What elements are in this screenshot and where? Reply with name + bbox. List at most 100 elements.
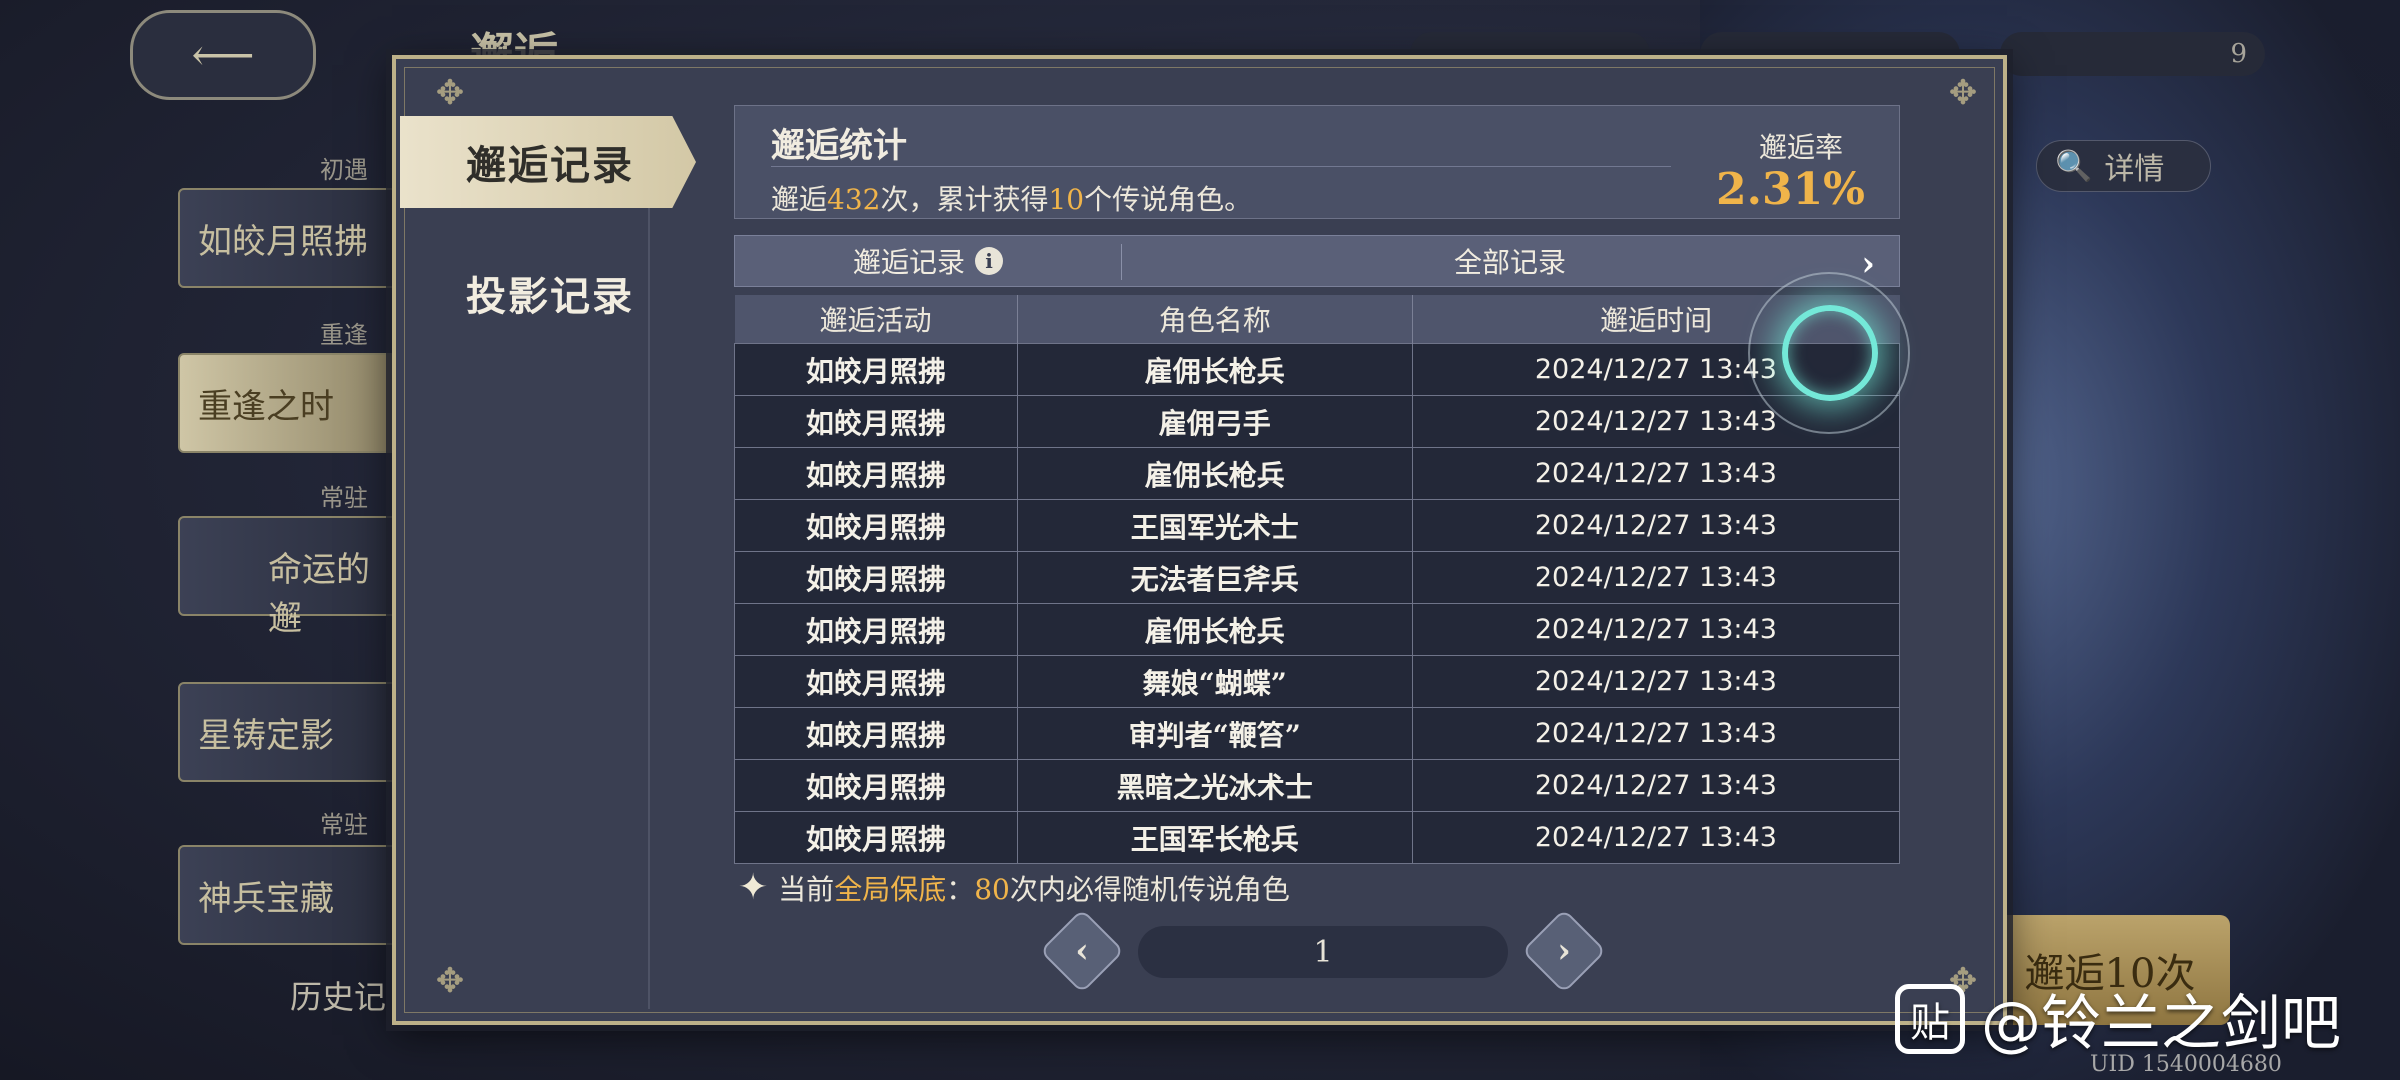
- tab-projection-records-label: 投影记录: [466, 273, 634, 320]
- cell-activity: 如皎月照拂: [734, 603, 1018, 656]
- watermark: 贴 @铃兰之剑吧: [1895, 975, 2341, 1062]
- cell-time: 2024/12/27 13:43: [1411, 499, 1901, 552]
- cell-activity: 如皎月照拂: [734, 551, 1018, 604]
- banner-card-4[interactable]: 星铸定影: [178, 682, 398, 782]
- cell-activity: 如皎月照拂: [734, 343, 1018, 396]
- cell-time: 2024/12/27 13:43: [1411, 811, 1901, 864]
- watermark-text: @铃兰之剑吧: [1981, 989, 2341, 1059]
- cell-character: 无法者巨斧兵: [1016, 551, 1413, 604]
- info-icon[interactable]: i: [975, 247, 1003, 275]
- records-info[interactable]: 邂逅记录 i: [735, 236, 1121, 286]
- cell-character: 黑暗之光冰术士: [1016, 759, 1413, 812]
- table-row: 如皎月照拂 雇佣长枪兵 2024/12/27 13:43: [734, 603, 1901, 656]
- table-row: 如皎月照拂 无法者巨斧兵 2024/12/27 13:43: [734, 551, 1901, 604]
- cell-character: 审判者“鞭笞”: [1016, 707, 1413, 760]
- page-number: 1: [1313, 934, 1333, 970]
- table-row: 如皎月照拂 雇佣长枪兵 2024/12/27 13:43: [734, 447, 1901, 500]
- cell-activity: 如皎月照拂: [734, 707, 1018, 760]
- magnifier-icon: 🔍: [2055, 148, 2093, 184]
- chevron-left-icon: ‹: [1075, 931, 1089, 971]
- tab-projection-records[interactable]: 投影记录: [400, 247, 696, 339]
- next-page-button[interactable]: ›: [1521, 908, 1607, 994]
- pity-colon: ：: [946, 872, 975, 906]
- banner-tag-5: 常驻: [320, 811, 368, 839]
- sparkle-icon: ✦: [738, 867, 769, 908]
- banner-card-2[interactable]: 重逢之时: [178, 353, 398, 453]
- banner-card-5[interactable]: 神兵宝藏: [178, 845, 398, 945]
- pity-notice: ✦ 当前全局保底：80次内必得随机传说角色: [738, 867, 1290, 908]
- currency-counter-3: 9: [2000, 32, 2265, 76]
- back-arrow-icon: ⟵: [191, 29, 255, 81]
- table-row: 如皎月照拂 舞娘“蝴蝶” 2024/12/27 13:43: [734, 655, 1901, 708]
- chevron-right-icon[interactable]: ›: [1861, 244, 1875, 284]
- cell-time: 2024/12/27 13:43: [1411, 707, 1901, 760]
- banner-card-3-label: 命运的邂: [268, 550, 370, 639]
- back-button[interactable]: ⟵: [130, 10, 316, 100]
- touch-indicator: [1782, 305, 1878, 401]
- banner-card-5-label: 神兵宝藏: [198, 878, 334, 919]
- tab-summon-records[interactable]: 邂逅记录: [400, 116, 696, 208]
- pity-suffix: 次内必得随机传说角色: [1009, 872, 1290, 906]
- banner-card-1-label: 如皎月照拂: [198, 221, 368, 262]
- stats-summary: 邂逅432次，累计获得10个传说角色。: [771, 178, 1252, 218]
- rate-value: 2.31%: [1716, 164, 1865, 215]
- cell-activity: 如皎月照拂: [734, 499, 1018, 552]
- cell-character: 舞娘“蝴蝶”: [1016, 655, 1413, 708]
- table-row: 如皎月照拂 审判者“鞭笞” 2024/12/27 13:43: [734, 707, 1901, 760]
- table-row: 如皎月照拂 王国军光术士 2024/12/27 13:43: [734, 499, 1901, 552]
- details-button[interactable]: 🔍 详情: [2036, 140, 2211, 192]
- cell-activity: 如皎月照拂: [734, 759, 1018, 812]
- ornament-icon: ✥: [435, 73, 465, 113]
- cell-activity: 如皎月照拂: [734, 395, 1018, 448]
- ornament-icon: ✥: [435, 961, 465, 1001]
- pity-prefix: 当前: [778, 872, 835, 906]
- record-filter-bar: 邂逅记录 i 全部记录 ›: [734, 235, 1900, 287]
- page-indicator: 1: [1138, 926, 1508, 978]
- table-header-row: 邂逅活动 角色名称 邂逅时间: [734, 295, 1900, 344]
- chevron-right-icon: ›: [1557, 931, 1571, 971]
- history-modal: ✥ ✥ ✥ ✥ 邂逅记录 投影记录 邂逅统计 邂逅432次，累计获得10个传说角…: [392, 55, 2007, 1025]
- banner-card-1[interactable]: 如皎月照拂: [178, 188, 398, 288]
- stats-title: 邂逅统计: [771, 126, 907, 166]
- history-label[interactable]: 历史记: [290, 972, 386, 1018]
- prev-page-button[interactable]: ‹: [1039, 908, 1125, 994]
- table-row: 如皎月照拂 雇佣长枪兵 2024/12/27 13:43: [734, 343, 1901, 396]
- cell-time: 2024/12/27 13:43: [1411, 551, 1901, 604]
- cell-character: 雇佣弓手: [1016, 395, 1413, 448]
- cell-character: 雇佣长枪兵: [1016, 447, 1413, 500]
- cell-character: 王国军光术士: [1016, 499, 1413, 552]
- record-filter-dropdown[interactable]: 全部记录: [1121, 236, 1899, 286]
- legend-count: 10: [1048, 183, 1085, 216]
- cell-time: 2024/12/27 13:43: [1411, 759, 1901, 812]
- cell-character: 雇佣长枪兵: [1016, 343, 1413, 396]
- banner-card-3[interactable]: 命运的邂: [178, 516, 398, 639]
- summon-stats-panel: 邂逅统计 邂逅432次，累计获得10个传说角色。 邂逅率 2.31%: [734, 105, 1900, 219]
- cell-time: 2024/12/27 13:43: [1411, 447, 1901, 500]
- ornament-icon: ✥: [1948, 73, 1978, 113]
- summon-count: 432: [827, 183, 881, 216]
- banner-card-4-label: 星铸定影: [198, 715, 334, 756]
- cell-time: 2024/12/27 13:43: [1411, 655, 1901, 708]
- user-uid: UID 1540004680: [2090, 1052, 2282, 1077]
- pity-highlight: 全局保底: [834, 872, 947, 906]
- banner-tag-3: 常驻: [320, 484, 368, 512]
- logo-glyph: 贴: [1910, 999, 1950, 1046]
- currency-counter-value: 9: [2230, 39, 2247, 69]
- banner-card-2-label: 重逢之时: [198, 386, 334, 427]
- table-row: 如皎月照拂 王国军长枪兵 2024/12/27 13:43: [734, 811, 1901, 864]
- banner-tag-2: 重逢: [320, 321, 368, 349]
- table-row: 如皎月照拂 黑暗之光冰术士 2024/12/27 13:43: [734, 759, 1901, 812]
- cell-character: 王国军长枪兵: [1016, 811, 1413, 864]
- pity-count: 80: [974, 872, 1010, 906]
- stats-prefix: 邂逅: [771, 183, 828, 216]
- stats-divider: [771, 166, 1671, 167]
- cell-activity: 如皎月照拂: [734, 447, 1018, 500]
- filter-selected-label: 全部记录: [1453, 246, 1566, 279]
- column-header-activity: 邂逅活动: [734, 295, 1018, 344]
- rate-label: 邂逅率: [1758, 131, 1843, 164]
- cell-activity: 如皎月照拂: [734, 655, 1018, 708]
- tab-summon-records-label: 邂逅记录: [466, 142, 634, 189]
- tieba-logo-icon: 贴: [1895, 983, 1965, 1054]
- records-table: 邂逅活动 角色名称 邂逅时间 如皎月照拂 雇佣长枪兵 2024/12/27 13:4…: [734, 295, 1901, 864]
- table-row: 如皎月照拂 雇佣弓手 2024/12/27 13:43: [734, 395, 1901, 448]
